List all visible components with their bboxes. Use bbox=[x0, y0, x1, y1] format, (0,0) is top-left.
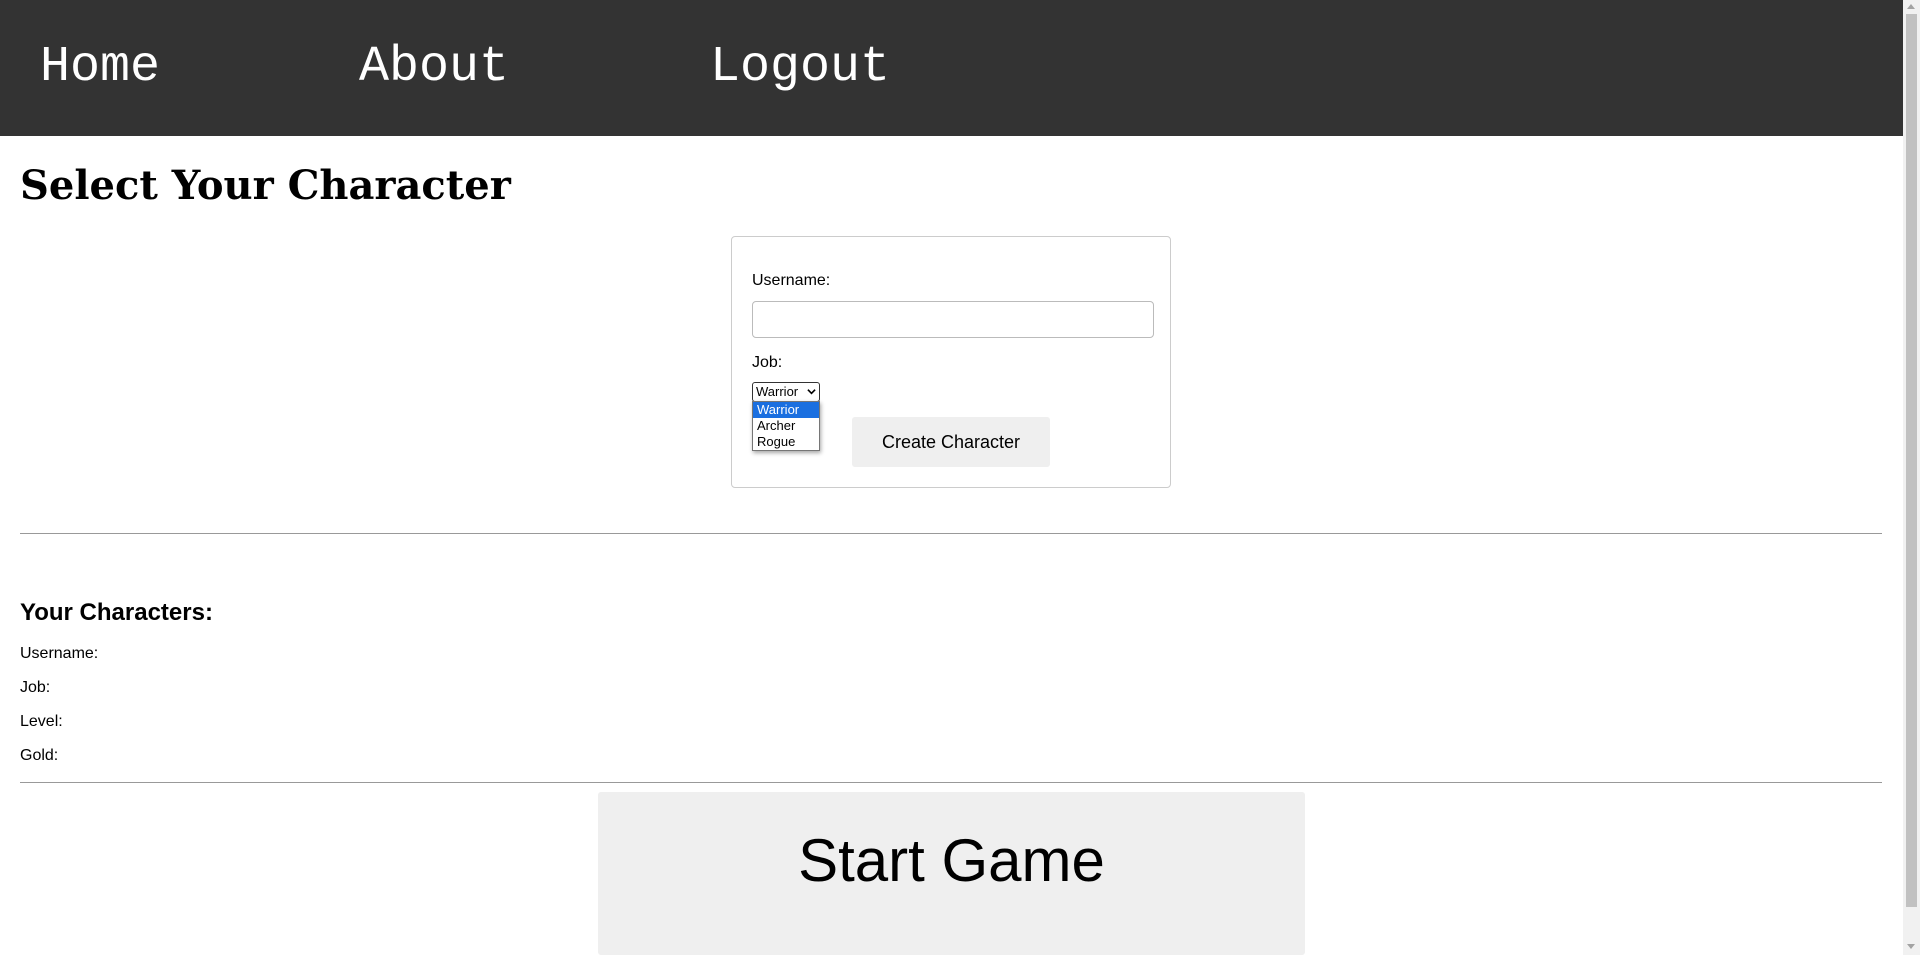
create-character-form: Username: Job: Warrior Warrior Archer Ro… bbox=[731, 236, 1171, 488]
chevron-down-icon bbox=[807, 389, 816, 395]
job-dropdown-list: Warrior Archer Rogue bbox=[752, 401, 820, 451]
character-gold-label: Gold: bbox=[20, 747, 59, 764]
job-option-warrior[interactable]: Warrior bbox=[753, 402, 819, 418]
section-divider-top bbox=[20, 533, 1882, 534]
character-job-label: Job: bbox=[20, 679, 51, 696]
scroll-down-arrow-icon[interactable] bbox=[1907, 944, 1915, 949]
job-label: Job: bbox=[752, 354, 783, 371]
username-label: Username: bbox=[752, 272, 831, 289]
start-game-button[interactable]: Start Game bbox=[598, 792, 1305, 955]
job-option-archer[interactable]: Archer bbox=[753, 418, 819, 434]
username-input[interactable] bbox=[752, 301, 1154, 338]
characters-section-title: Your Characters: bbox=[20, 599, 213, 626]
create-character-button[interactable]: Create Character bbox=[852, 417, 1050, 467]
job-option-rogue[interactable]: Rogue bbox=[753, 434, 819, 450]
scroll-up-arrow-icon[interactable] bbox=[1907, 4, 1915, 9]
job-select-value: Warrior bbox=[756, 384, 799, 399]
vertical-scrollbar[interactable] bbox=[1903, 0, 1920, 955]
nav-about-link[interactable]: About bbox=[359, 36, 509, 100]
top-navbar: Home About Logout bbox=[0, 0, 1903, 136]
character-username-label: Username: bbox=[20, 645, 99, 662]
scrollbar-thumb[interactable] bbox=[1906, 14, 1917, 907]
section-divider-bottom bbox=[20, 782, 1882, 783]
nav-logout-link[interactable]: Logout bbox=[710, 36, 890, 100]
character-level-label: Level: bbox=[20, 713, 63, 730]
nav-home-link[interactable]: Home bbox=[40, 36, 160, 100]
page-title: Select Your Character bbox=[20, 162, 511, 209]
job-select[interactable]: Warrior bbox=[752, 382, 820, 402]
